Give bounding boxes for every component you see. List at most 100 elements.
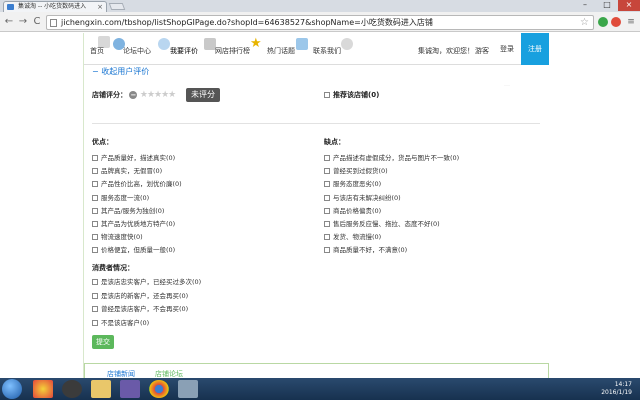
pros-checkbox[interactable] xyxy=(92,221,98,227)
pros-checkbox[interactable] xyxy=(92,207,98,214)
pros-checkbox[interactable] xyxy=(92,155,98,161)
pros-option[interactable]: 其产品为优质地方特产(0) xyxy=(92,220,175,229)
cons-option[interactable]: 服务态度恶劣(0) xyxy=(324,180,381,189)
window-close-button[interactable]: × xyxy=(618,0,640,11)
rating-stars[interactable]: ★★★★★ xyxy=(140,90,176,100)
consumer-label: 是该店忠实客户，已经买过多次(0) xyxy=(101,278,202,286)
cons-option[interactable]: 产品描述有虚假成分，货品与图片不一致(0) xyxy=(324,154,459,163)
register-button[interactable]: 注册 xyxy=(521,33,549,65)
review-icon xyxy=(158,38,170,50)
star-icon: ★ xyxy=(250,36,262,51)
pros-checkbox[interactable] xyxy=(92,168,98,175)
taskbar-chrome-icon[interactable] xyxy=(149,380,169,398)
review-page: 首页 论坛中心 我要评价 网店排行榜 ★ 热门话题 联系我们 集诚淘，欢迎您！ … xyxy=(84,33,549,378)
taskbar-app-purple-icon[interactable] xyxy=(120,380,140,398)
cons-title: 缺点： xyxy=(324,138,345,146)
submit-button[interactable]: 提交 xyxy=(92,335,114,349)
consumer-checkbox[interactable] xyxy=(92,319,98,326)
consumer-checkbox[interactable] xyxy=(92,279,98,285)
page-icon xyxy=(50,19,57,27)
consumer-label: 是该店的新客户，还会再买(0) xyxy=(101,291,189,300)
consumer-label: 不是该店客户(0) xyxy=(101,318,150,327)
pros-title: 优点： xyxy=(92,138,113,146)
pros-option[interactable]: 物流速度快(0) xyxy=(92,233,143,242)
cons-option[interactable]: 售后服务反应慢、拖拉、态度不好(0) xyxy=(324,220,440,229)
consumer-option[interactable]: 不是该店客户(0) xyxy=(92,319,149,328)
cons-option[interactable]: 商品质量不好，不满意(0) xyxy=(324,246,407,255)
section-divider xyxy=(92,123,540,124)
cons-option[interactable]: 商品价格偏贵(0) xyxy=(324,207,381,216)
tab-close-icon[interactable]: × xyxy=(97,2,103,12)
pros-option[interactable]: 产品质量好，描述真实(0) xyxy=(92,154,175,163)
contact-icon xyxy=(341,38,353,50)
extension-red-icon[interactable] xyxy=(611,17,621,27)
system-clock[interactable]: 14:17 2016/1/19 xyxy=(601,381,632,397)
faint-text: … xyxy=(504,81,510,88)
recommend-shop-option[interactable]: 推荐该店铺(0) xyxy=(324,90,379,100)
browser-tab[interactable]: 集诚淘 -- 小吃货数码进入 × xyxy=(3,1,107,12)
pros-checkbox[interactable] xyxy=(92,194,98,201)
collapse-reviews-link[interactable]: − 收起用户评价 xyxy=(92,66,149,77)
rating-clear-icon[interactable]: − xyxy=(129,91,138,99)
clock-date: 2016/1/19 xyxy=(601,389,632,396)
nav-hot-topics[interactable]: 热门话题 xyxy=(267,46,295,56)
cons-option[interactable]: 与该店有未解决纠纷(0) xyxy=(324,194,401,203)
bookmark-star-icon[interactable]: ☆ xyxy=(580,16,589,29)
window-maximize-button[interactable]: □ xyxy=(596,0,618,11)
consumer-option[interactable]: 曾经是该店客户，不会再买(0) xyxy=(92,305,188,314)
nav-forum[interactable]: 论坛中心 xyxy=(123,46,151,56)
cons-option[interactable]: 曾经买到过假货(0) xyxy=(324,167,388,176)
browser-titlebar: 集诚淘 -- 小吃货数码进入 × – □ × xyxy=(0,0,640,12)
browser-menu-icon[interactable]: ≡ xyxy=(624,15,638,29)
rating-label: 店铺评分： xyxy=(92,91,127,99)
nav-home[interactable]: 首页 xyxy=(90,46,104,56)
nav-my-reviews[interactable]: 我要评价 xyxy=(170,46,198,56)
extension-green-icon[interactable] xyxy=(598,17,608,27)
cons-checkbox[interactable] xyxy=(324,234,330,241)
cons-checkbox[interactable] xyxy=(324,194,330,201)
pros-checkbox[interactable] xyxy=(92,234,98,241)
start-button[interactable] xyxy=(2,379,22,399)
pros-option[interactable]: 服务态度一流(0) xyxy=(92,194,149,203)
pros-option[interactable]: 其产品/服务为独创(0) xyxy=(92,207,164,216)
cons-checkbox[interactable] xyxy=(324,155,330,161)
pros-checkbox[interactable] xyxy=(92,247,98,254)
pros-label: 价格便宜，但质量一般(0) xyxy=(101,246,176,255)
forward-button[interactable]: → xyxy=(16,15,30,29)
back-button[interactable]: ← xyxy=(2,15,16,29)
cons-checkbox[interactable] xyxy=(324,221,330,227)
address-bar[interactable]: jichengxin.com/tbshop/listShopGIPage.do?… xyxy=(46,15,594,30)
new-tab-button[interactable] xyxy=(108,3,126,10)
consumer-checkbox[interactable] xyxy=(92,306,98,312)
guest-label: 游客 xyxy=(475,47,489,55)
pros-checkbox[interactable] xyxy=(92,181,98,188)
shop-rating-row: 店铺评分： − ★★★★★ xyxy=(92,90,176,100)
nav-ranking[interactable]: 网店排行榜 xyxy=(215,46,250,56)
pros-option[interactable]: 产品性价比高，划优价廉(0) xyxy=(92,180,182,189)
window-minimize-button[interactable]: – xyxy=(574,0,596,11)
cons-checkbox[interactable] xyxy=(324,168,330,175)
cons-checkbox[interactable] xyxy=(324,207,330,214)
reload-button[interactable]: C xyxy=(30,15,44,29)
login-button[interactable]: 登录 xyxy=(494,33,520,65)
cons-checkbox[interactable] xyxy=(324,181,330,188)
consumer-label: 曾经是该店客户，不会再买(0) xyxy=(101,305,189,313)
cons-label: 曾经买到过假货(0) xyxy=(333,167,388,176)
taskbar-app-gray-icon[interactable] xyxy=(178,380,198,398)
cons-option[interactable]: 发货、物流慢(0) xyxy=(324,233,381,242)
cons-label: 售后服务反应慢、拖拉、态度不好(0) xyxy=(333,220,440,228)
cons-checkbox[interactable] xyxy=(324,247,330,254)
pros-option[interactable]: 价格便宜，但质量一般(0) xyxy=(92,246,175,255)
nav-contact[interactable]: 联系我们 xyxy=(313,46,341,56)
taskbar-app-colorful-icon[interactable] xyxy=(33,380,53,398)
consumer-option[interactable]: 是该店的新客户，还会再买(0) xyxy=(92,292,188,301)
recommend-checkbox[interactable] xyxy=(324,92,330,98)
cons-label: 服务态度恶劣(0) xyxy=(333,180,382,189)
pros-option[interactable]: 品牌真实，无假冒(0) xyxy=(92,167,162,176)
consumer-option[interactable]: 是该店忠实客户，已经买过多次(0) xyxy=(92,278,201,287)
taskbar-app-lightning-icon[interactable] xyxy=(62,380,82,398)
consumer-checkbox[interactable] xyxy=(92,292,98,299)
taskbar-folder-icon[interactable] xyxy=(91,380,111,398)
site-favicon-icon xyxy=(7,4,14,10)
pros-label: 服务态度一流(0) xyxy=(101,193,150,202)
